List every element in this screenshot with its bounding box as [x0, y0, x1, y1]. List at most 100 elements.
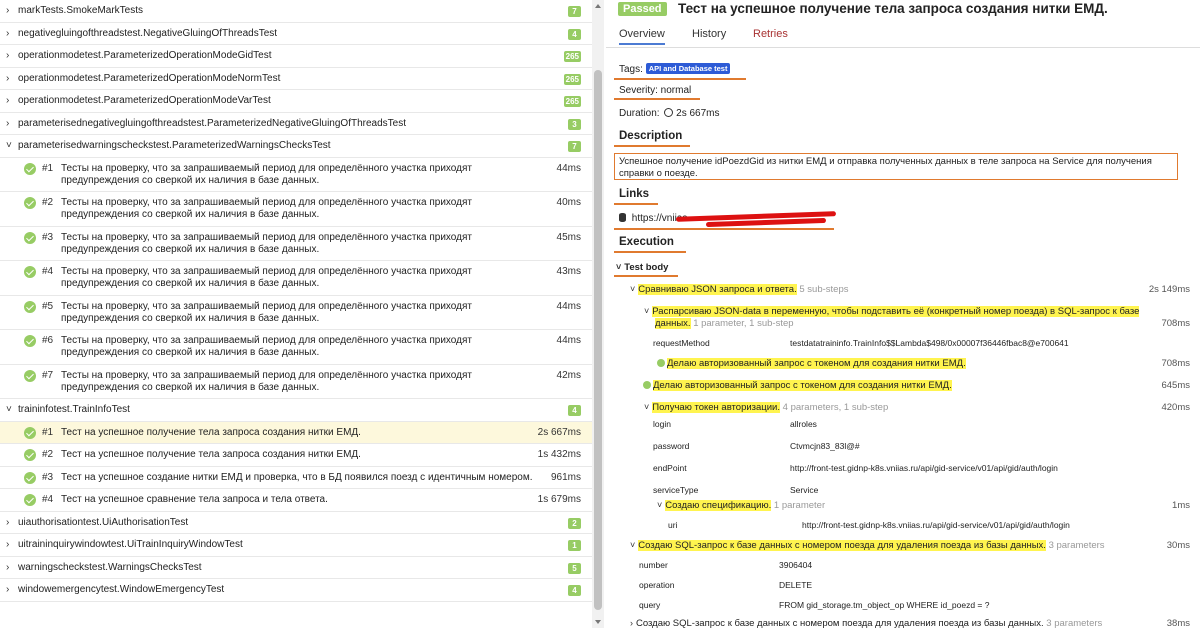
chevron-right-icon: ›: [6, 539, 10, 550]
chevron-right-icon: ›: [6, 95, 10, 106]
tab-overview[interactable]: Overview: [619, 28, 665, 45]
step-auth-request-nested[interactable]: Делаю авторизованный запрос с токеном дл…: [657, 358, 966, 369]
step-label: данных.: [655, 318, 691, 329]
step-parse-json[interactable]: ˅ Распарсиваю JSON-data в переменную, что…: [644, 306, 1140, 317]
step-get-token[interactable]: ˅ Получаю токен авторизации. 4 parameters…: [644, 402, 888, 413]
test-row[interactable]: #1 Тест на успешное получение тела запрос…: [0, 421, 592, 444]
tree-group[interactable]: ˅ traininfotest.TrainInfoTest 4: [0, 399, 592, 422]
test-number: #4: [42, 494, 54, 505]
passed-count-badge: 2: [568, 517, 581, 529]
group-name: markTests.SmokeMarkTests: [18, 5, 144, 16]
tree-group[interactable]: › warningscheckstest.WarningsChecksTest 5: [0, 557, 592, 579]
tags-label: Tags:: [619, 64, 643, 75]
passed-count-badge: 4: [568, 585, 581, 596]
tab-history[interactable]: History: [692, 28, 726, 40]
test-number: #2: [42, 449, 54, 460]
scroll-up-icon[interactable]: [595, 4, 601, 8]
param-value: http://front-test.gidnp-k8s.vniias.ru/ap…: [802, 520, 1070, 530]
chevron-right-icon: ›: [6, 27, 10, 39]
tree-group[interactable]: › windowemergencytest.WindowEmergencyTest…: [0, 579, 592, 602]
tree-group[interactable]: › parameterisednegativegluingofthreadstes…: [0, 113, 592, 135]
chevron-right-icon: ›: [6, 50, 10, 61]
test-row[interactable]: #1 Тесты на проверку, что за запрашиваемы…: [0, 158, 592, 192]
test-row[interactable]: #2 Тесты на проверку, что за запрашиваемы…: [0, 192, 592, 227]
tree-group[interactable]: › operationmodetest.ParameterizedOperatio…: [0, 90, 592, 113]
test-row[interactable]: #4 Тест на успешное сравнение тела запрос…: [0, 489, 592, 512]
passed-count-badge: 5: [568, 562, 581, 574]
step-meta: 3 parameters: [1046, 618, 1103, 628]
step-label: Распарсиваю JSON-data в переменную, чтоб…: [652, 306, 1140, 317]
test-name: Тест на успешное создание нитки ЕМД и пр…: [61, 471, 533, 483]
annotation-underline: [614, 228, 834, 230]
passed-check-icon: [24, 231, 36, 244]
step-label: Делаю авторизованный запрос с токеном дл…: [667, 358, 966, 369]
test-duration: 1s 679ms: [537, 494, 581, 505]
chevron-down-icon: ˅: [644, 306, 650, 316]
tree-group[interactable]: › uitraininquirywindowtest.UiTrainInquiry…: [0, 534, 592, 557]
scroll-thumb[interactable]: [594, 70, 602, 610]
annotation-underline: [614, 78, 746, 80]
chevron-right-icon: ›: [6, 72, 10, 84]
tree-group[interactable]: › operationmodetest.ParameterizedOperatio…: [0, 68, 592, 90]
param-key: operation: [639, 580, 675, 590]
clock-icon: [664, 108, 674, 117]
step-parse-json-cont: данных. 1 parameter, 1 sub-step: [655, 318, 794, 329]
test-body-toggle[interactable]: ˅ Test body: [616, 262, 668, 273]
test-row[interactable]: #2 Тест на успешное получение тела запрос…: [0, 444, 592, 467]
test-row[interactable]: #6 Тесты на проверку, что за запрашиваемы…: [0, 330, 592, 365]
annotation-underline: [614, 275, 678, 277]
chevron-right-icon: ›: [630, 618, 633, 628]
scroll-down-icon[interactable]: [595, 620, 601, 624]
step-auth-request[interactable]: Делаю авторизованный запрос с токеном дл…: [643, 380, 952, 391]
test-row[interactable]: #5 Тесты на проверку, что за запрашиваемы…: [0, 296, 592, 330]
step-sql-delete[interactable]: ˅ Создаю SQL-запрос к базе данных с номер…: [630, 540, 1105, 551]
test-number: #1: [42, 162, 54, 174]
test-duration: 40ms: [556, 197, 581, 208]
step-sql-delete-2[interactable]: › Создаю SQL-запрос к базе данных с номер…: [630, 618, 1102, 628]
test-number: #3: [42, 471, 54, 483]
chevron-right-icon: ›: [6, 5, 10, 16]
test-row[interactable]: #4 Тесты на проверку, что за запрашиваемы…: [0, 261, 592, 296]
tree-scrollbar[interactable]: [592, 0, 604, 628]
chevron-down-icon: ˅: [630, 540, 636, 550]
test-duration: 45ms: [556, 231, 581, 243]
passed-check-icon: [24, 494, 36, 506]
param-value: http://front-test.gidnp-k8s.vniias.ru/ap…: [790, 463, 1058, 473]
chevron-right-icon: ›: [6, 516, 10, 528]
test-name: Тест на успешное получение тела запроса …: [61, 449, 361, 460]
group-name: traininfotest.TrainInfoTest: [18, 404, 130, 415]
passed-check-icon: [24, 300, 36, 313]
chevron-down-icon: ˅: [6, 140, 12, 151]
test-row[interactable]: #3 Тесты на проверку, что за запрашиваемы…: [0, 227, 592, 261]
tree-group[interactable]: › uiauthorisationtest.UiAuthorisationTest…: [0, 512, 592, 534]
group-name: operationmodetest.ParameterizedOperation…: [18, 95, 271, 106]
severity: Severity: normal: [619, 85, 692, 96]
chevron-down-icon: ˅: [630, 284, 636, 294]
test-name: Тест на успешное получение тела запроса …: [61, 426, 361, 438]
test-name: Тесты на проверку, что за запрашиваемый …: [61, 266, 472, 289]
step-label: Создаю SQL-запрос к базе данных с номеро…: [638, 540, 1046, 551]
passed-count-badge: 265: [563, 51, 581, 62]
test-body-label: Test body: [624, 262, 669, 273]
tree-group[interactable]: › negativegluingofthreadstest.NegativeGlu…: [0, 23, 592, 45]
tab-retries[interactable]: Retries: [753, 28, 788, 40]
execution-heading: Execution: [619, 236, 674, 248]
tree-group[interactable]: ˅ parameterisedwarningscheckstest.Paramet…: [0, 135, 592, 158]
annotation-underline: [614, 203, 658, 205]
passed-count-badge: 3: [568, 118, 581, 130]
step-compare-json[interactable]: ˅ Сравниваю JSON запроса и ответа. 5 sub-…: [630, 284, 849, 295]
step-create-spec[interactable]: ˅ Создаю спецификацию. 1 parameter: [657, 500, 825, 511]
test-row[interactable]: #7 Тесты на проверку, что за запрашиваемы…: [0, 365, 592, 399]
test-number: #1: [42, 426, 54, 438]
tag-badge[interactable]: API and Database test: [645, 63, 731, 74]
chevron-down-icon: ˅: [616, 262, 622, 272]
passed-count-badge: 7: [568, 141, 581, 152]
test-tree: › markTests.SmokeMarkTests 7 › negativegluin…: [0, 0, 592, 628]
annotation-underline: [614, 98, 700, 100]
param-value: testdatatraininfo.TrainInfo$$Lambda$498/…: [790, 338, 1069, 348]
tree-group[interactable]: › operationmodetest.ParameterizedOperatio…: [0, 45, 592, 68]
tree-group[interactable]: › markTests.SmokeMarkTests 7: [0, 0, 592, 23]
step-duration: 38ms: [1166, 618, 1190, 628]
chevron-right-icon: ›: [6, 584, 10, 595]
test-row[interactable]: #3 Тест на успешное создание нитки ЕМД и …: [0, 467, 592, 489]
